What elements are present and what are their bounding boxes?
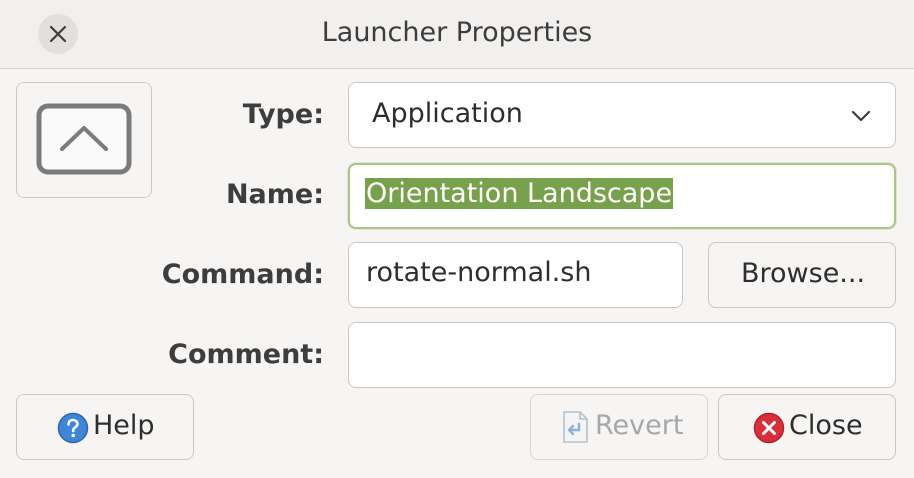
name-value-selection: Orientation Landscape <box>365 178 674 209</box>
launcher-icon-button[interactable] <box>16 82 152 198</box>
command-input[interactable]: rotate-normal.sh <box>348 242 683 308</box>
chevron-down-icon <box>851 110 871 122</box>
command-value: rotate-normal.sh <box>366 257 592 288</box>
close-label: Close <box>789 410 863 441</box>
type-label: Type: <box>242 99 324 130</box>
close-circle-icon <box>753 412 785 444</box>
window-title: Launcher Properties <box>321 17 593 48</box>
close-button[interactable]: Close <box>718 394 896 460</box>
comment-input[interactable] <box>348 322 896 388</box>
chevron-up-screen-icon <box>36 103 132 175</box>
revert-label: Revert <box>595 410 684 441</box>
revert-icon <box>563 411 588 443</box>
revert-button[interactable]: Revert <box>530 394 708 460</box>
help-icon <box>57 412 89 444</box>
browse-label: Browse... <box>741 258 866 289</box>
type-dropdown[interactable]: Application <box>348 82 896 148</box>
help-label: Help <box>93 410 155 441</box>
name-label: Name: <box>225 179 324 210</box>
comment-label: Comment: <box>168 339 324 370</box>
type-value: Application <box>372 98 523 129</box>
browse-button[interactable]: Browse... <box>708 242 896 308</box>
titlebar: Launcher Properties <box>0 0 914 69</box>
name-input[interactable]: Orientation Landscape <box>348 163 896 229</box>
launcher-properties-window: Launcher Properties Type: Application Na… <box>0 0 914 478</box>
command-label: Command: <box>161 259 324 290</box>
help-button[interactable]: Help <box>16 394 194 460</box>
